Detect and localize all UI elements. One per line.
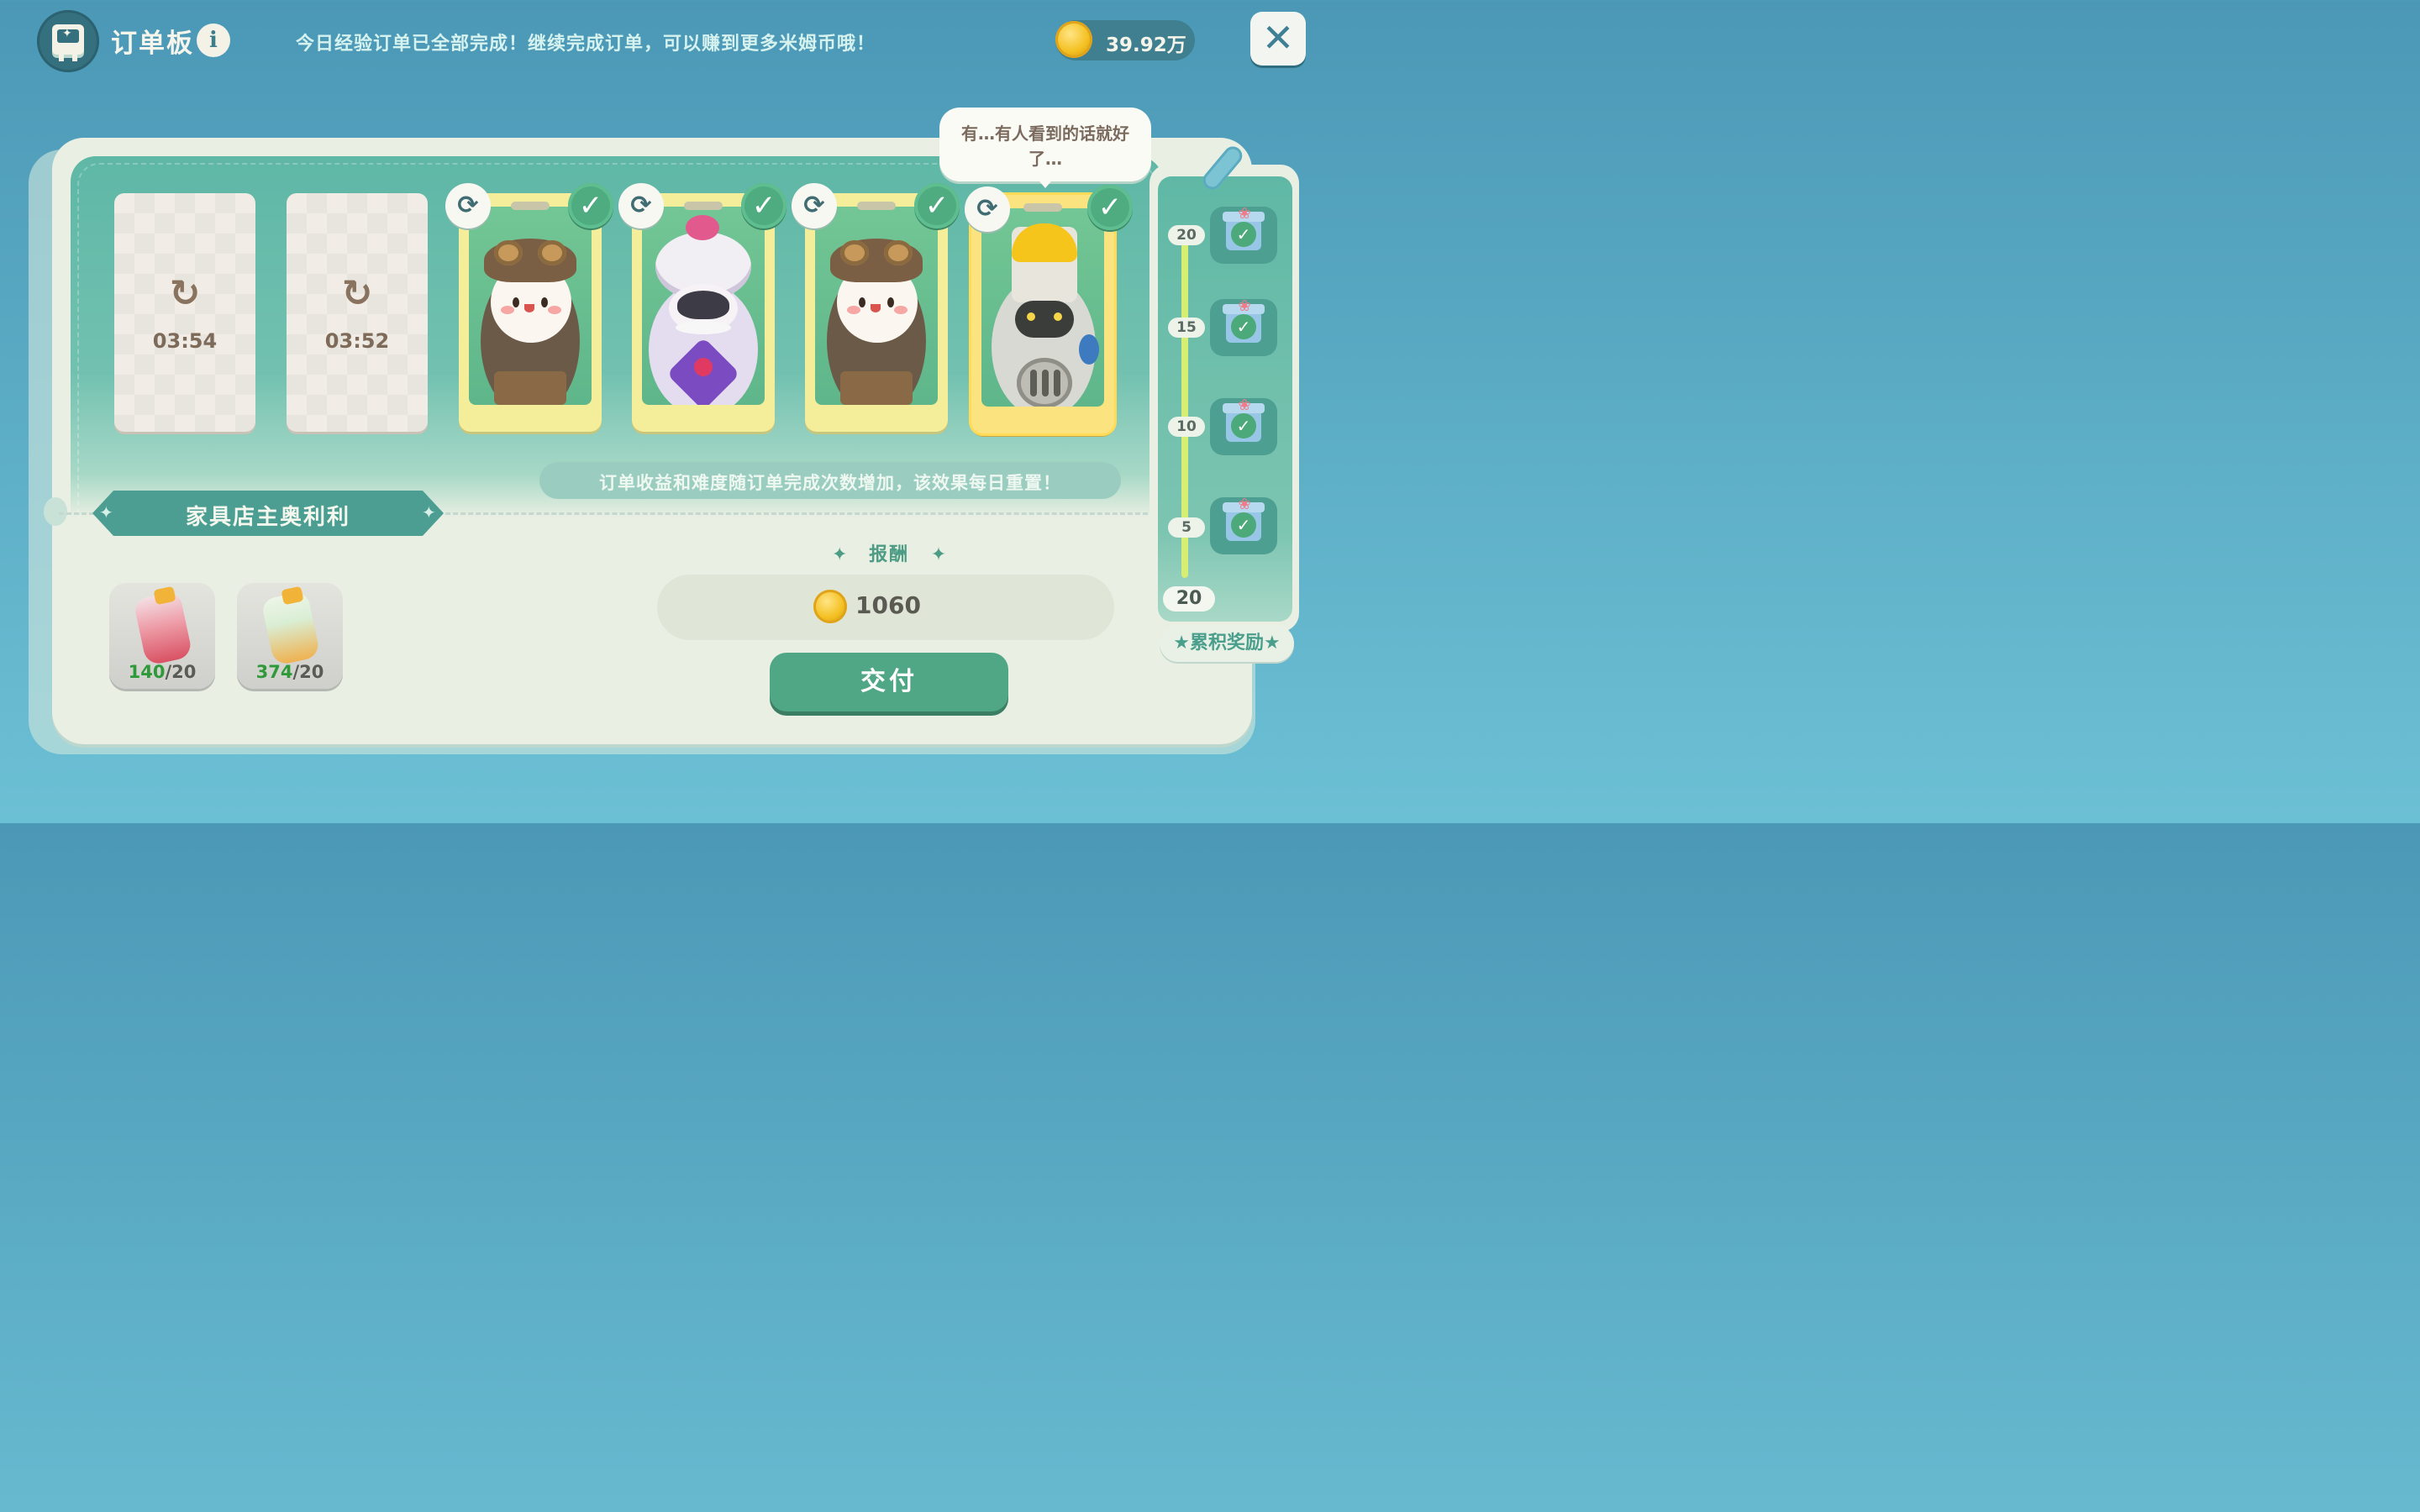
completed-check-icon: ✓ xyxy=(1087,185,1133,230)
milestone-label: 10 xyxy=(1168,417,1205,437)
swap-order-button[interactable]: ⟳ xyxy=(965,186,1010,232)
coin-icon xyxy=(813,590,847,623)
bow: ❀ xyxy=(1238,297,1251,315)
character-portrait xyxy=(469,207,592,405)
character-portrait xyxy=(981,208,1104,407)
coin-icon xyxy=(1055,21,1092,58)
order-card-chef[interactable] xyxy=(632,193,775,432)
required-item-orange-jar[interactable]: 374/20 xyxy=(237,583,343,689)
total-completed-count: 20 xyxy=(1163,586,1215,612)
item-count: 374/20 xyxy=(255,662,324,682)
swap-order-button[interactable]: ⟳ xyxy=(618,183,664,228)
card-tab xyxy=(684,202,723,210)
currency-display: 39.92万 xyxy=(1055,20,1195,60)
reward-coins: 1060 xyxy=(855,591,921,619)
close-button[interactable]: ✕ xyxy=(1250,12,1306,66)
bow: ❀ xyxy=(1238,396,1251,414)
page-title: 订单板 xyxy=(111,29,194,59)
customer-name: 家具店主奥利利 xyxy=(185,505,350,530)
character-portrait xyxy=(642,207,765,405)
hint-banner: 订单收益和难度随订单完成次数增加，该效果每日重置！ xyxy=(539,462,1121,499)
order-board-icon: ✦ xyxy=(37,10,99,72)
order-card-pilot[interactable] xyxy=(459,193,602,432)
completed-check-icon: ✓ xyxy=(568,183,613,228)
customer-name-ribbon: 家具店主奥利利 xyxy=(92,491,444,536)
milestone-label: 5 xyxy=(1168,517,1205,538)
star-icon: ★ xyxy=(1264,633,1281,654)
deliver-button[interactable]: 交付 xyxy=(770,653,1008,711)
card-tab xyxy=(857,202,896,210)
cumulative-reward-button[interactable]: ★累积奖励★ xyxy=(1160,625,1294,662)
speech-bubble: 有…有人看到的话就好了… xyxy=(939,108,1151,181)
completed-check-icon: ✓ xyxy=(741,183,786,228)
currency-amount: 39.92万 xyxy=(1106,34,1186,56)
order-slot-cooldown[interactable]: ↻ 03:52 xyxy=(287,193,428,432)
cumulative-reward-label: 累积奖励 xyxy=(1189,633,1264,654)
order-slot-cooldown[interactable]: ↻ 03:54 xyxy=(114,193,255,432)
claimed-check-icon: ✓ xyxy=(1231,314,1256,339)
swap-order-button[interactable]: ⟳ xyxy=(792,183,837,228)
reward-title: ✦ 报酬 ✦ xyxy=(832,539,946,566)
milestone-reward-20[interactable]: ❀ ✓ xyxy=(1210,207,1277,264)
claimed-check-icon: ✓ xyxy=(1231,413,1256,438)
reward-display: 1060 xyxy=(657,575,1114,640)
required-item-red-potion[interactable]: 140/20 xyxy=(109,583,215,689)
order-card-pilot[interactable] xyxy=(805,193,948,432)
milestone-reward-10[interactable]: ❀ ✓ xyxy=(1210,398,1277,455)
refresh-icon: ↻ xyxy=(341,272,373,315)
reward-label: 报酬 xyxy=(869,544,910,565)
item-count: 140/20 xyxy=(128,662,197,682)
star-icon: ✦ xyxy=(930,544,947,565)
card-tab xyxy=(1023,203,1062,212)
cooldown-timer: 03:52 xyxy=(324,329,390,353)
star-icon: ✦ xyxy=(422,502,436,522)
refresh-icon: ↻ xyxy=(169,272,201,315)
speech-bubble-tail xyxy=(1035,176,1055,188)
card-tab xyxy=(511,202,550,210)
claimed-check-icon: ✓ xyxy=(1231,512,1256,538)
milestone-reward-5[interactable]: ❀ ✓ xyxy=(1210,497,1277,554)
star-icon: ✦ xyxy=(99,502,113,522)
swap-order-button[interactable]: ⟳ xyxy=(445,183,491,228)
claimed-check-icon: ✓ xyxy=(1231,222,1256,247)
board-notch xyxy=(44,497,67,526)
star-icon: ★ xyxy=(1173,633,1190,654)
milestone-label: 15 xyxy=(1168,318,1205,338)
star-icon: ✦ xyxy=(832,544,848,565)
completed-check-icon: ✓ xyxy=(914,183,960,228)
daily-notice: 今日经验订单已全部完成！继续完成订单，可以赚到更多米姆币哦！ xyxy=(296,34,876,55)
milestone-reward-15[interactable]: ❀ ✓ xyxy=(1210,299,1277,356)
character-portrait xyxy=(815,207,938,405)
bow: ❀ xyxy=(1238,205,1251,223)
bow: ❀ xyxy=(1238,496,1251,513)
info-icon[interactable]: i xyxy=(197,24,230,57)
hint-text: 订单收益和难度随订单完成次数增加，该效果每日重置！ xyxy=(599,473,1061,493)
milestone-label: 20 xyxy=(1168,225,1205,245)
speech-text: 有…有人看到的话就好了… xyxy=(961,123,1129,169)
cooldown-timer: 03:54 xyxy=(152,329,218,353)
